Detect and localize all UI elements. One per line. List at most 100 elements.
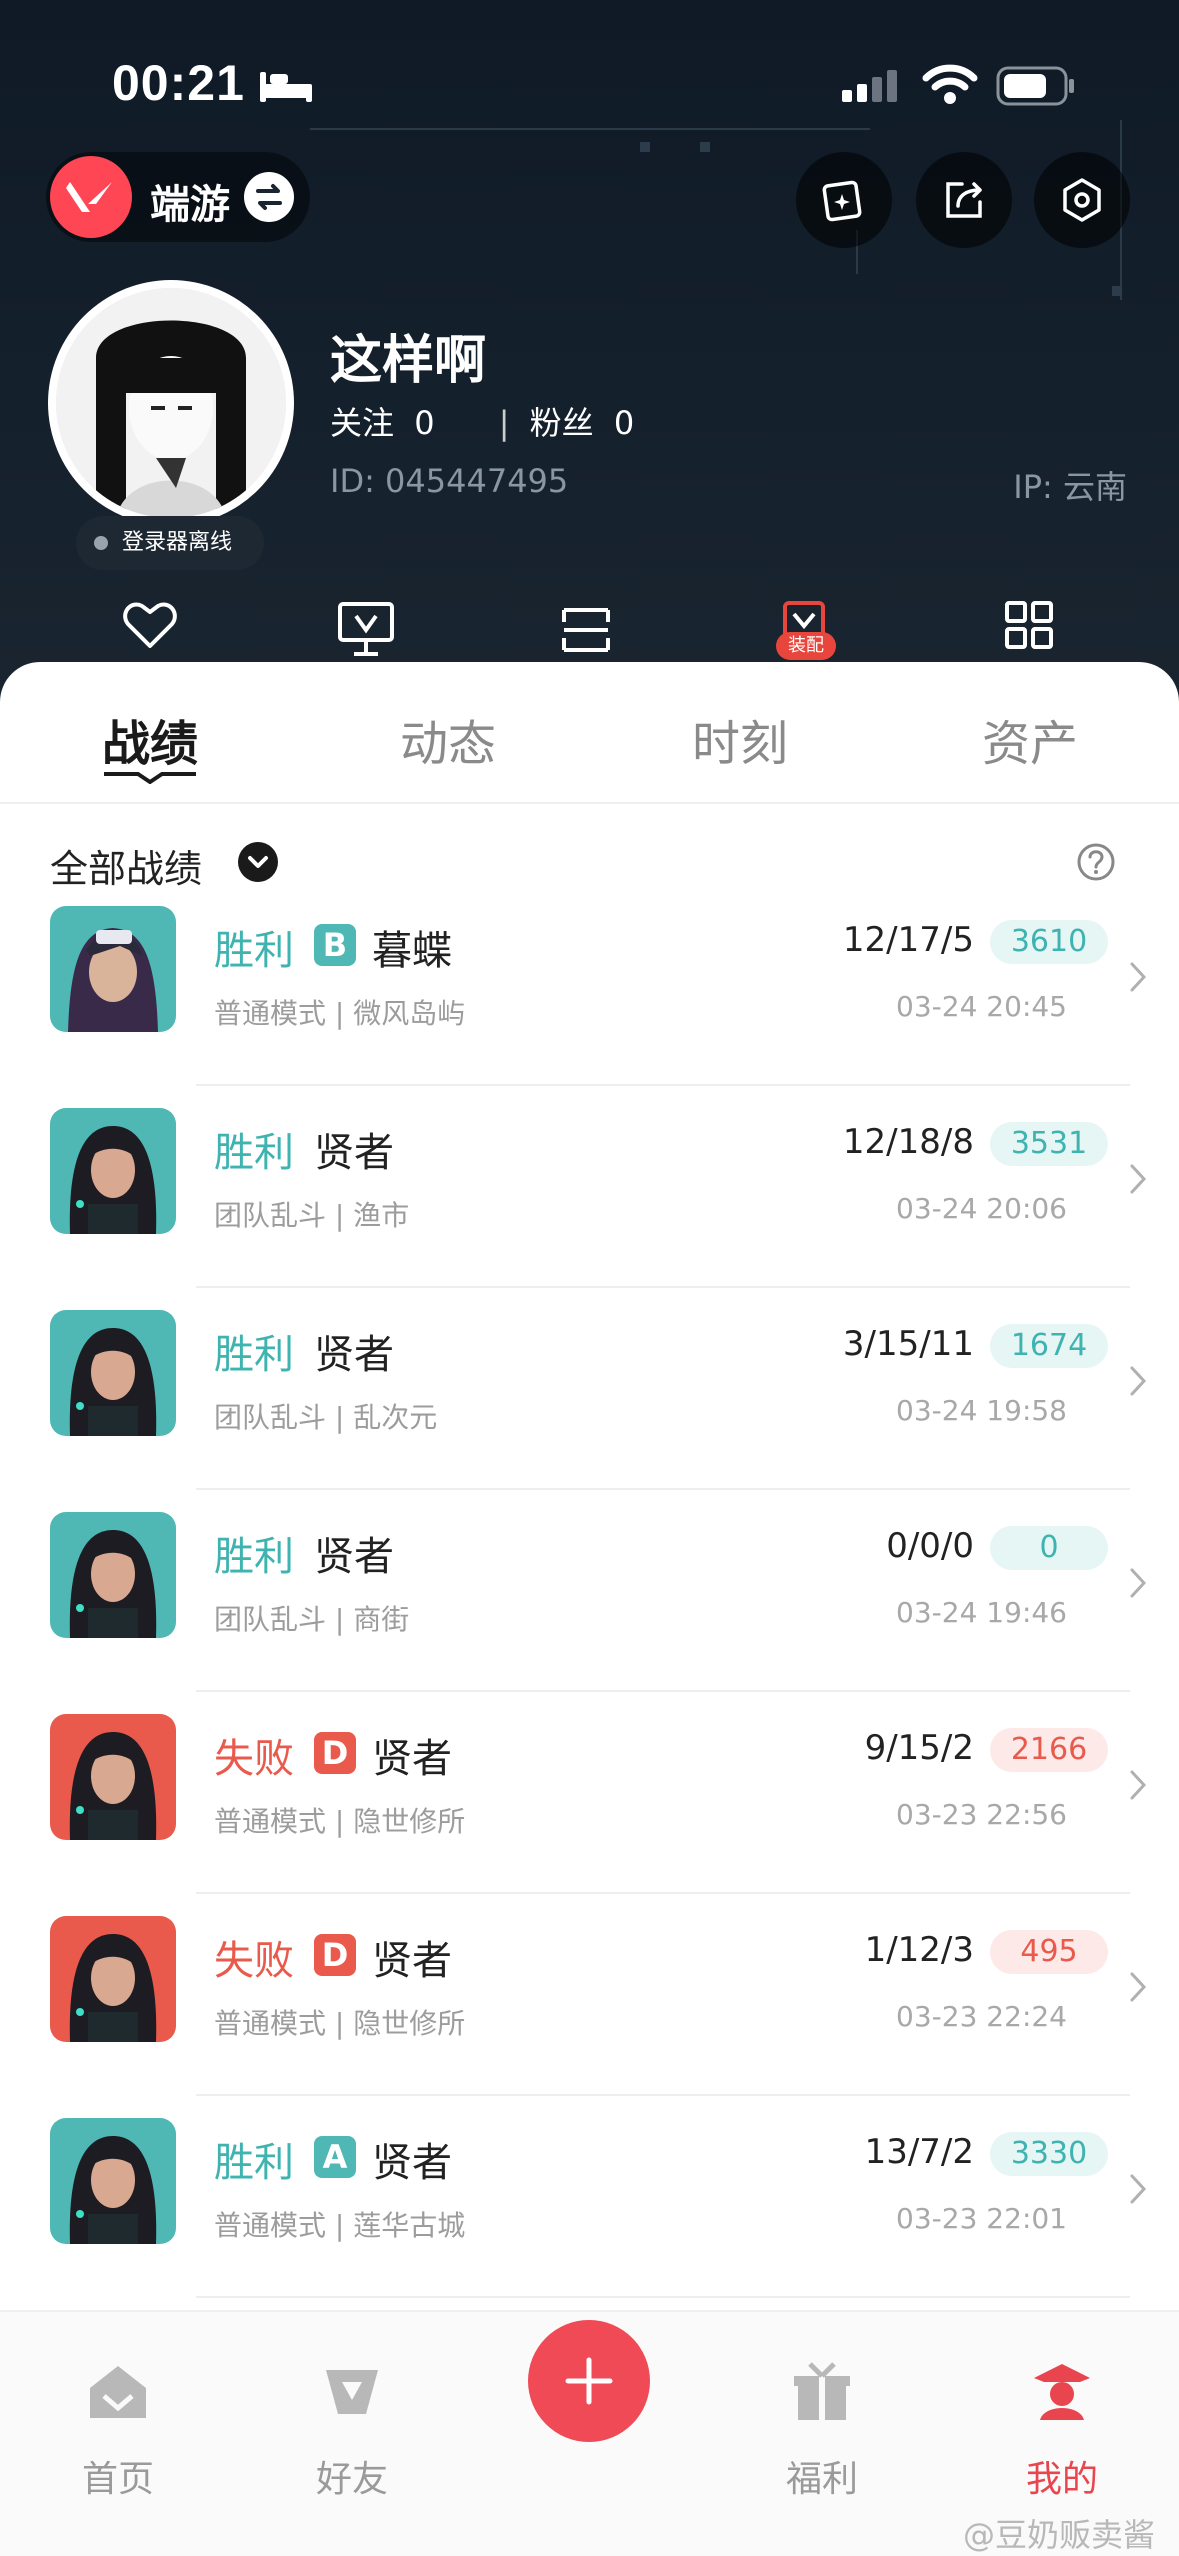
match-row[interactable]: 失败 D 贤者 普通模式 | 隐世修所 1/12/3 495 03-23 22:…: [0, 1916, 1179, 2118]
agent-name: 贤者: [372, 1736, 452, 1782]
monitor-icon[interactable]: [336, 600, 396, 660]
match-score: 3610: [990, 920, 1108, 964]
match-row[interactable]: 胜利 B 暮蝶 普通模式 | 微风岛屿 12/17/5 3610 03-24 2…: [0, 906, 1179, 1108]
match-row[interactable]: 胜利 贤者 团队乱斗 | 商街 0/0/0 0 03-24 19:46: [0, 1512, 1179, 1714]
row-divider: [196, 1892, 1130, 1894]
avatar-image: [56, 288, 286, 518]
match-score: 3531: [990, 1122, 1108, 1166]
offline-dot-icon: [94, 536, 108, 550]
row-divider: [196, 2296, 1130, 2298]
row-divider: [196, 1690, 1130, 1692]
following-label: 关注: [330, 404, 395, 442]
user-id: ID: 045447495: [330, 462, 569, 500]
watermark: @豆奶贩卖酱: [962, 2516, 1155, 2554]
following-link[interactable]: 关注 0: [330, 404, 445, 442]
match-score: 0: [990, 1526, 1108, 1570]
tab-feed[interactable]: 动态: [348, 704, 548, 774]
match-kda: 12/17/5: [842, 920, 974, 960]
match-time: 03-24 20:45: [896, 990, 1067, 1023]
chevron-right-icon: [1130, 962, 1147, 992]
match-row[interactable]: 胜利 A 贤者 普通模式 | 莲华古城 13/7/2 3330 03-23 22…: [0, 2118, 1179, 2320]
list-panel-icon[interactable]: [560, 600, 612, 660]
match-result: 胜利: [214, 1332, 294, 1378]
heart-icon[interactable]: [122, 600, 178, 650]
match-mode-map: 普通模式 | 隐世修所: [214, 1805, 466, 1838]
agent-name: 贤者: [314, 1534, 394, 1580]
match-time: 03-24 20:06: [896, 1192, 1067, 1225]
row-divider: [196, 1286, 1130, 1288]
row-divider: [196, 1488, 1130, 1490]
fans-link[interactable]: 粉丝 0: [530, 404, 645, 442]
grid-apps-icon[interactable]: [1004, 600, 1054, 650]
match-kda: 3/15/11: [842, 1324, 974, 1364]
nav-home-label: 首页: [81, 2459, 154, 2500]
ip-location: IP: 云南: [1013, 468, 1127, 506]
match-kda: 0/0/0: [886, 1526, 974, 1566]
row-divider: [196, 2094, 1130, 2096]
tab-record[interactable]: 战绩: [50, 704, 250, 774]
match-score: 1674: [990, 1324, 1108, 1368]
match-row[interactable]: 胜利 贤者 团队乱斗 | 渔市 12/18/8 3531 03-24 20:06: [0, 1108, 1179, 1310]
match-result: 胜利: [214, 928, 294, 974]
game-switch-button[interactable]: 端游: [46, 152, 310, 242]
chevron-right-icon: [1130, 1568, 1147, 1598]
decor-dot: [1112, 286, 1122, 296]
fans-label: 粉丝: [529, 404, 594, 442]
chevron-right-icon: [1130, 1770, 1147, 1800]
tab-active-indicator: [104, 772, 196, 784]
valorant-logo-icon: [50, 156, 132, 238]
match-time: 03-23 22:24: [896, 2000, 1067, 2033]
agent-name: 贤者: [372, 2140, 452, 2186]
share-icon: [946, 182, 982, 218]
user-avatar[interactable]: [48, 280, 294, 526]
tabs-divider: [0, 802, 1179, 804]
tab-assets[interactable]: 资产: [930, 704, 1130, 774]
match-kda: 1/12/3: [864, 1930, 974, 1970]
settings-button[interactable]: [1034, 152, 1130, 248]
agent-name: 贤者: [372, 1938, 452, 1984]
match-mode-map: 团队乱斗 | 乱次元: [214, 1401, 438, 1434]
chevron-down-icon[interactable]: [238, 842, 278, 882]
login-status-text: 登录器离线: [122, 530, 233, 555]
help-icon[interactable]: [1076, 842, 1116, 882]
match-result: 胜利: [214, 1130, 294, 1176]
match-row[interactable]: 失败 D 贤者 普通模式 | 隐世修所 9/15/2 2166 03-23 22…: [0, 1714, 1179, 1916]
match-time: 03-24 19:46: [896, 1596, 1067, 1629]
tab-moments[interactable]: 时刻: [640, 704, 840, 774]
agent-thumbnail: [50, 1310, 176, 1436]
record-filter-label[interactable]: 全部战绩: [50, 838, 202, 893]
match-kda: 13/7/2: [864, 2132, 974, 2172]
create-post-button[interactable]: [528, 2320, 650, 2442]
card-sparkle-button[interactable]: [796, 152, 892, 248]
agent-name: 暮蝶: [372, 928, 452, 974]
match-grade-badge: A: [314, 2136, 356, 2178]
follow-separator: |: [498, 404, 510, 442]
username: 这样啊: [330, 331, 487, 391]
chevron-right-icon: [1130, 1164, 1147, 1194]
row-divider: [196, 1084, 1130, 1086]
friends-icon: [326, 2370, 378, 2414]
match-time: 03-23 22:01: [896, 2202, 1067, 2235]
match-row[interactable]: 胜利 贤者 团队乱斗 | 乱次元 3/15/11 1674 03-24 19:5…: [0, 1310, 1179, 1512]
match-time: 03-24 19:58: [896, 1394, 1067, 1427]
fans-count: 0: [613, 404, 635, 442]
match-mode-map: 普通模式 | 微风岛屿: [214, 997, 466, 1030]
agent-thumbnail: [50, 906, 176, 1032]
settings-hex-icon: [1063, 178, 1101, 222]
following-count: 0: [414, 404, 435, 442]
agent-name: 贤者: [314, 1332, 394, 1378]
agent-thumbnail: [50, 1714, 176, 1840]
agent-thumbnail: [50, 1108, 176, 1234]
plus-icon: [565, 2357, 613, 2405]
match-kda: 9/15/2: [864, 1728, 974, 1768]
profile-header: 00:21 端游 登录器离线 这样啊 关注 0 | 粉丝 0 ID: 04544…: [0, 0, 1179, 720]
profile-icon: [1034, 2364, 1090, 2420]
match-mode-map: 普通模式 | 莲华古城: [214, 2209, 466, 2242]
swap-icon: [244, 172, 294, 222]
chevron-right-icon: [1130, 1366, 1147, 1396]
follow-stats: 关注 0 | 粉丝 0: [330, 398, 654, 444]
match-mode-map: 普通模式 | 隐世修所: [214, 2007, 466, 2040]
sleep-bed-icon: [260, 72, 312, 102]
share-button[interactable]: [916, 152, 1012, 248]
cellular-signal-icon: [842, 70, 897, 102]
